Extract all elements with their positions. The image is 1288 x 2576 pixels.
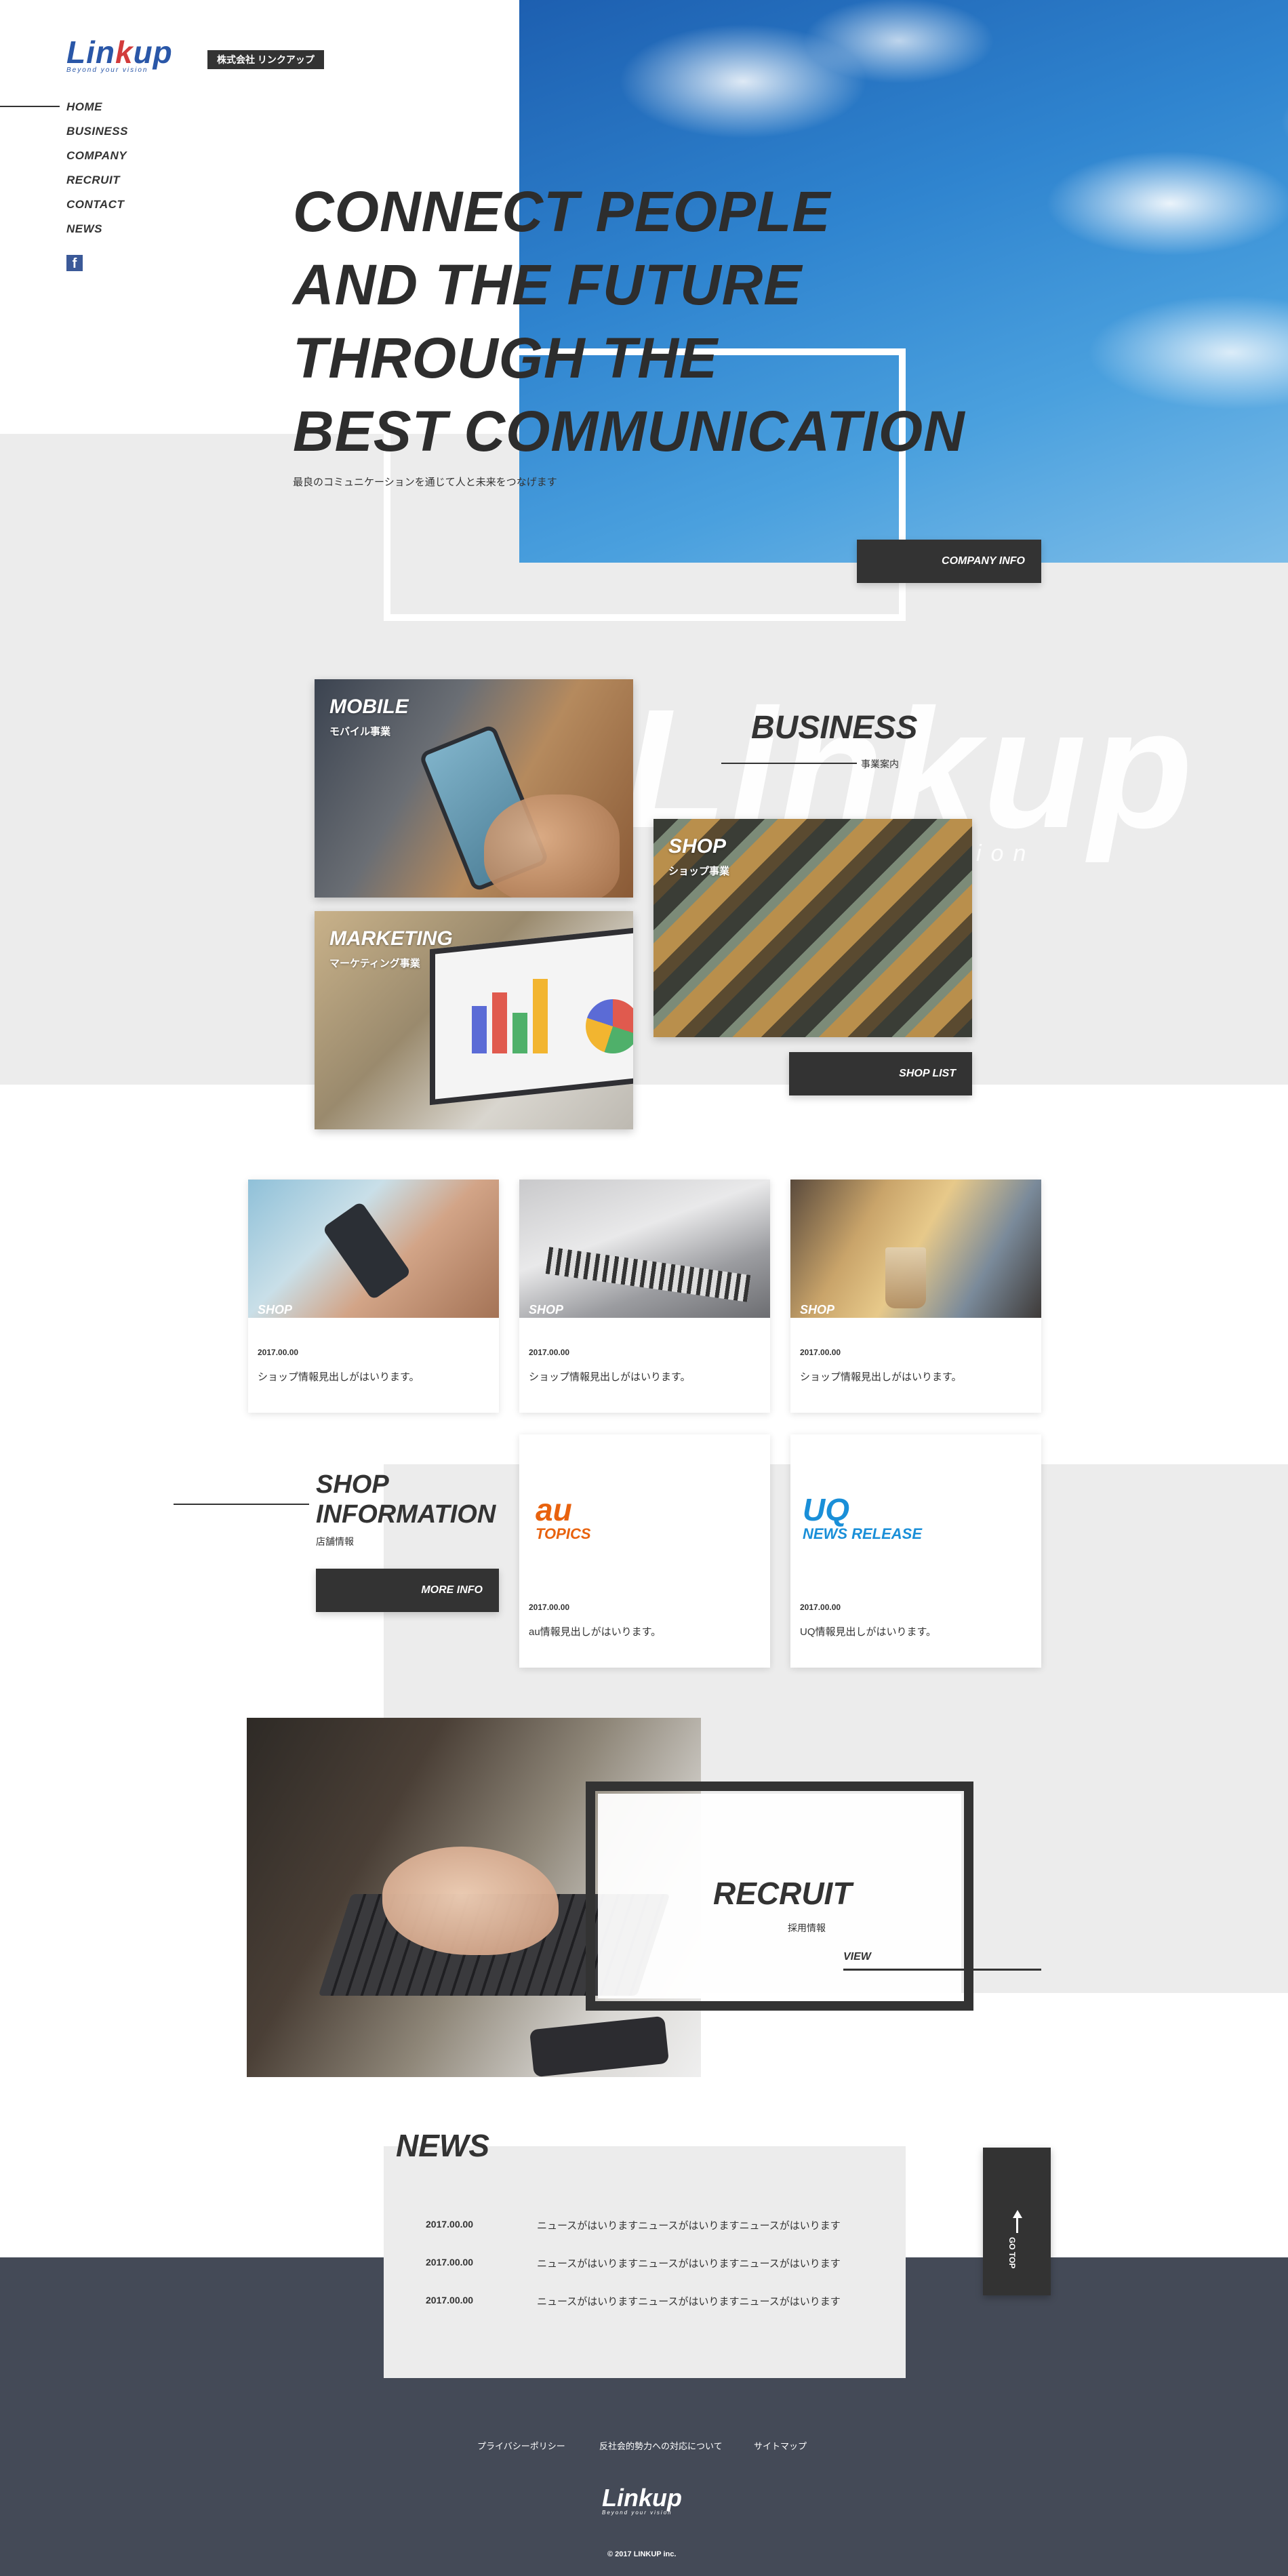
shop-card-2[interactable]: SHOP 2017.00.00 ショップ情報見出しがはいります。 (519, 1180, 770, 1413)
chart-bar-2 (492, 992, 507, 1053)
shop-card-3[interactable]: SHOP 2017.00.00 ショップ情報見出しがはいります。 (790, 1180, 1041, 1413)
chart-pie-shape (586, 999, 633, 1053)
hero-headline-line-4: BEST COMMUNICATION (293, 399, 965, 463)
news-item-3-text[interactable]: ニュースがはいりますニュースがはいりますニュースがはいります (537, 2294, 841, 2308)
tile-marketing-title: MARKETING (329, 927, 453, 950)
uq-news-text: UQ情報見出しがはいります。 (800, 1626, 937, 1638)
business-subtitle: 事業案内 (861, 759, 899, 769)
tile-marketing-sub: マーケティング事業 (329, 958, 420, 969)
uq-news-date: 2017.00.00 (800, 1603, 841, 1612)
hand-image-shape (484, 794, 620, 898)
cup-image-shape (885, 1247, 926, 1308)
tile-mobile[interactable]: MOBILE モバイル事業 (315, 679, 633, 898)
nav-news[interactable]: NEWS (66, 217, 202, 241)
notebook-spiral-shape (545, 1247, 751, 1302)
hands-image-shape (382, 1847, 559, 1955)
shop-card-2-image (519, 1180, 770, 1318)
shop-card-3-image (790, 1180, 1041, 1318)
nav-home[interactable]: HOME (66, 95, 202, 119)
tile-mobile-sub: モバイル事業 (329, 726, 391, 738)
uq-news-card[interactable]: UQ NEWS RELEASE 2017.00.00 UQ情報見出しがはいります… (790, 1434, 1041, 1668)
shop-info-title-line-2: INFORMATION (316, 1500, 496, 1529)
news-item-2-text[interactable]: ニュースがはいりますニュースがはいりますニュースがはいります (537, 2256, 841, 2270)
uq-brand-logo: UQ (803, 1492, 849, 1527)
shop-info-rule (174, 1504, 309, 1505)
shop-card-1-image (248, 1180, 499, 1318)
au-topics-label: TOPICS (536, 1525, 591, 1542)
tile-shop-sub: ショップ事業 (668, 866, 730, 877)
shop-card-2-date: 2017.00.00 (529, 1348, 570, 1357)
logo-tagline: Beyond your vision (66, 66, 148, 74)
phone-image-shape (322, 1201, 411, 1301)
footer-link-sitemap[interactable]: サイトマップ (754, 2439, 807, 2452)
shop-card-3-label: SHOP (800, 1303, 835, 1316)
go-top-label: GO TOP (1007, 2237, 1017, 2269)
footer-link-antisocial[interactable]: 反社会的勢力への対応について (599, 2439, 723, 2452)
phone-on-table-shape (529, 2015, 670, 2077)
shop-info-subtitle: 店舗情報 (316, 1536, 354, 1547)
news-title: NEWS (396, 2128, 489, 2163)
nav-recruit[interactable]: RECRUIT (66, 168, 202, 193)
tile-shop-title: SHOP (668, 835, 727, 858)
go-top-button[interactable]: GO TOP (983, 2148, 1051, 2295)
footer-logo-tagline: Beyond your vision (602, 2510, 672, 2516)
hero-headline-line-1: CONNECT PEOPLE (293, 180, 831, 243)
uq-news-label: NEWS RELEASE (803, 1525, 923, 1542)
logo-wordmark: Linkup (66, 35, 173, 70)
news-item-2-date: 2017.00.00 (426, 2257, 474, 2268)
arrow-up-icon-stem (1016, 2217, 1018, 2233)
shop-card-1-label: SHOP (258, 1303, 293, 1316)
shop-card-1-date: 2017.00.00 (258, 1348, 299, 1357)
shop-card-3-date: 2017.00.00 (800, 1348, 841, 1357)
company-name-tag: 株式会社 リンクアップ (207, 50, 324, 69)
business-title: BUSINESS (751, 710, 918, 746)
chart-bar-3 (512, 1013, 527, 1053)
hero-subtitle: 最良のコミュニケーションを通じて人と未来をつなげます (293, 477, 557, 488)
nav-contact[interactable]: CONTACT (66, 193, 202, 217)
tile-shop[interactable]: SHOP ショップ事業 (653, 819, 972, 1037)
shop-card-3-text: ショップ情報見出しがはいります。 (800, 1371, 962, 1383)
tile-mobile-title: MOBILE (329, 696, 409, 718)
recruit-subtitle: 採用情報 (788, 1923, 826, 1933)
news-item-1-date: 2017.00.00 (426, 2219, 474, 2230)
shop-list-button[interactable]: SHOP LIST (789, 1052, 972, 1095)
more-info-button[interactable]: MORE INFO (316, 1569, 499, 1612)
nav-company[interactable]: COMPANY (66, 144, 202, 168)
footer-link-privacy[interactable]: プライバシーポリシー (477, 2439, 565, 2452)
company-info-button[interactable]: COMPANY INFO (857, 540, 1041, 583)
au-topics-text: au情報見出しがはいります。 (529, 1626, 662, 1638)
tile-marketing[interactable]: MARKETING マーケティング事業 (315, 911, 633, 1129)
business-watermark-sub: ion (976, 841, 1036, 866)
site-logo[interactable]: Linkup Beyond your vision (66, 34, 202, 79)
shop-card-1-text: ショップ情報見出しがはいります。 (258, 1371, 420, 1383)
facebook-icon[interactable]: f (66, 255, 83, 271)
shop-info-title: SHOP INFORMATION (316, 1470, 496, 1529)
recruit-title: RECRUIT (713, 1876, 852, 1911)
shop-info-title-line-1: SHOP (316, 1470, 389, 1499)
nav-business[interactable]: BUSINESS (66, 119, 202, 144)
recruit-view-link[interactable]: VIEW (843, 1951, 871, 1963)
news-item-1-text[interactable]: ニュースがはいりますニュースがはいりますニュースがはいります (537, 2218, 841, 2232)
shop-card-2-label: SHOP (529, 1303, 564, 1316)
hero-headline-line-3: THROUGH THE (293, 326, 718, 390)
shop-card-1[interactable]: SHOP 2017.00.00 ショップ情報見出しがはいります。 (248, 1180, 499, 1413)
recruit-view-rule (843, 1969, 1041, 1971)
footer-logo[interactable]: Linkup Beyond your vision (602, 2484, 697, 2516)
shop-card-2-text: ショップ情報見出しがはいります。 (529, 1371, 691, 1383)
footer-logo-wordmark: Linkup (602, 2484, 682, 2512)
chart-bar-4 (533, 979, 548, 1053)
chart-bar-1 (472, 1006, 487, 1053)
hero-headline-line-2: AND THE FUTURE (293, 253, 803, 317)
au-brand-logo: au (536, 1492, 572, 1527)
news-item-3-date: 2017.00.00 (426, 2295, 474, 2306)
hero-headline: CONNECT PEOPLE AND THE FUTURE THROUGH TH… (293, 175, 1106, 468)
business-title-rule (721, 763, 857, 764)
nav-active-indicator (0, 106, 60, 107)
copyright: © 2017 LINKUP inc. (607, 2550, 677, 2558)
main-nav: HOME BUSINESS COMPANY RECRUIT CONTACT NE… (66, 95, 202, 241)
au-topics-card[interactable]: au TOPICS 2017.00.00 au情報見出しがはいります。 (519, 1434, 770, 1668)
au-topics-date: 2017.00.00 (529, 1603, 570, 1612)
